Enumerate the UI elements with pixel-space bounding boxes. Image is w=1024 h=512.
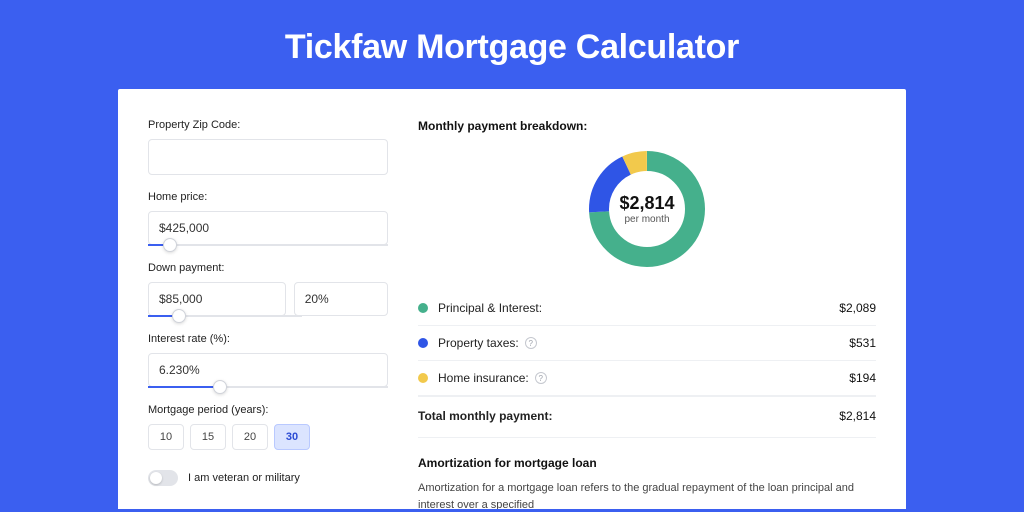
legend-text-insurance: Home insurance:: [438, 371, 529, 385]
rate-slider-thumb[interactable]: [213, 380, 227, 394]
info-icon[interactable]: ?: [535, 372, 547, 384]
total-label: Total monthly payment:: [418, 409, 839, 423]
info-icon[interactable]: ?: [525, 337, 537, 349]
donut-amount: $2,814: [619, 193, 674, 214]
legend-value-insurance: $194: [849, 371, 876, 385]
period-option-30[interactable]: 30: [274, 424, 310, 450]
legend-dot-taxes: [418, 338, 428, 348]
period-option-20[interactable]: 20: [232, 424, 268, 450]
veteran-label: I am veteran or military: [188, 472, 300, 484]
page-title: Tickfaw Mortgage Calculator: [0, 0, 1024, 89]
legend-dot-principal: [418, 303, 428, 313]
total-value: $2,814: [839, 409, 876, 423]
rate-slider[interactable]: [148, 386, 388, 388]
inputs-column: Property Zip Code: Home price: Down paym…: [148, 119, 388, 509]
amortization-text: Amortization for a mortgage loan refers …: [418, 480, 876, 509]
rate-input[interactable]: [148, 353, 388, 387]
down-amount-input[interactable]: [148, 282, 286, 316]
zip-field-group: Property Zip Code:: [148, 119, 388, 175]
down-field-group: Down payment:: [148, 262, 388, 317]
legend-label-principal: Principal & Interest:: [438, 301, 839, 315]
rate-label: Interest rate (%):: [148, 333, 388, 345]
legend-label-insurance: Home insurance: ?: [438, 371, 849, 385]
legend-row-insurance: Home insurance: ? $194: [418, 361, 876, 396]
amortization-title: Amortization for mortgage loan: [418, 456, 876, 470]
legend-row-principal: Principal & Interest: $2,089: [418, 291, 876, 326]
price-slider-thumb[interactable]: [163, 238, 177, 252]
veteran-toggle[interactable]: [148, 470, 178, 486]
breakdown-title: Monthly payment breakdown:: [418, 119, 876, 133]
donut-chart: $2,814 per month: [585, 147, 709, 271]
total-row: Total monthly payment: $2,814: [418, 396, 876, 438]
donut-chart-wrap: $2,814 per month: [418, 147, 876, 271]
price-field-group: Home price:: [148, 191, 388, 246]
legend-value-principal: $2,089: [839, 301, 876, 315]
down-label: Down payment:: [148, 262, 388, 274]
legend-text-taxes: Property taxes:: [438, 336, 519, 350]
down-slider-thumb[interactable]: [172, 309, 186, 323]
period-option-10[interactable]: 10: [148, 424, 184, 450]
price-label: Home price:: [148, 191, 388, 203]
legend-dot-insurance: [418, 373, 428, 383]
period-option-15[interactable]: 15: [190, 424, 226, 450]
legend-row-taxes: Property taxes: ? $531: [418, 326, 876, 361]
zip-label: Property Zip Code:: [148, 119, 388, 131]
breakdown-column: Monthly payment breakdown: $2,814 per mo…: [418, 119, 876, 509]
legend-value-taxes: $531: [849, 336, 876, 350]
period-options: 10 15 20 30: [148, 424, 388, 450]
rate-slider-fill: [148, 386, 220, 388]
legend-label-taxes: Property taxes: ?: [438, 336, 849, 350]
donut-center: $2,814 per month: [585, 147, 709, 271]
down-percent-input[interactable]: [294, 282, 388, 316]
price-slider[interactable]: [148, 244, 388, 246]
donut-sub: per month: [624, 214, 669, 225]
calculator-card: Property Zip Code: Home price: Down paym…: [118, 89, 906, 509]
zip-input[interactable]: [148, 139, 388, 175]
veteran-row: I am veteran or military: [148, 470, 388, 486]
rate-field-group: Interest rate (%):: [148, 333, 388, 388]
price-input[interactable]: [148, 211, 388, 245]
period-label: Mortgage period (years):: [148, 404, 388, 416]
down-slider[interactable]: [148, 315, 302, 317]
period-field-group: Mortgage period (years): 10 15 20 30: [148, 404, 388, 450]
